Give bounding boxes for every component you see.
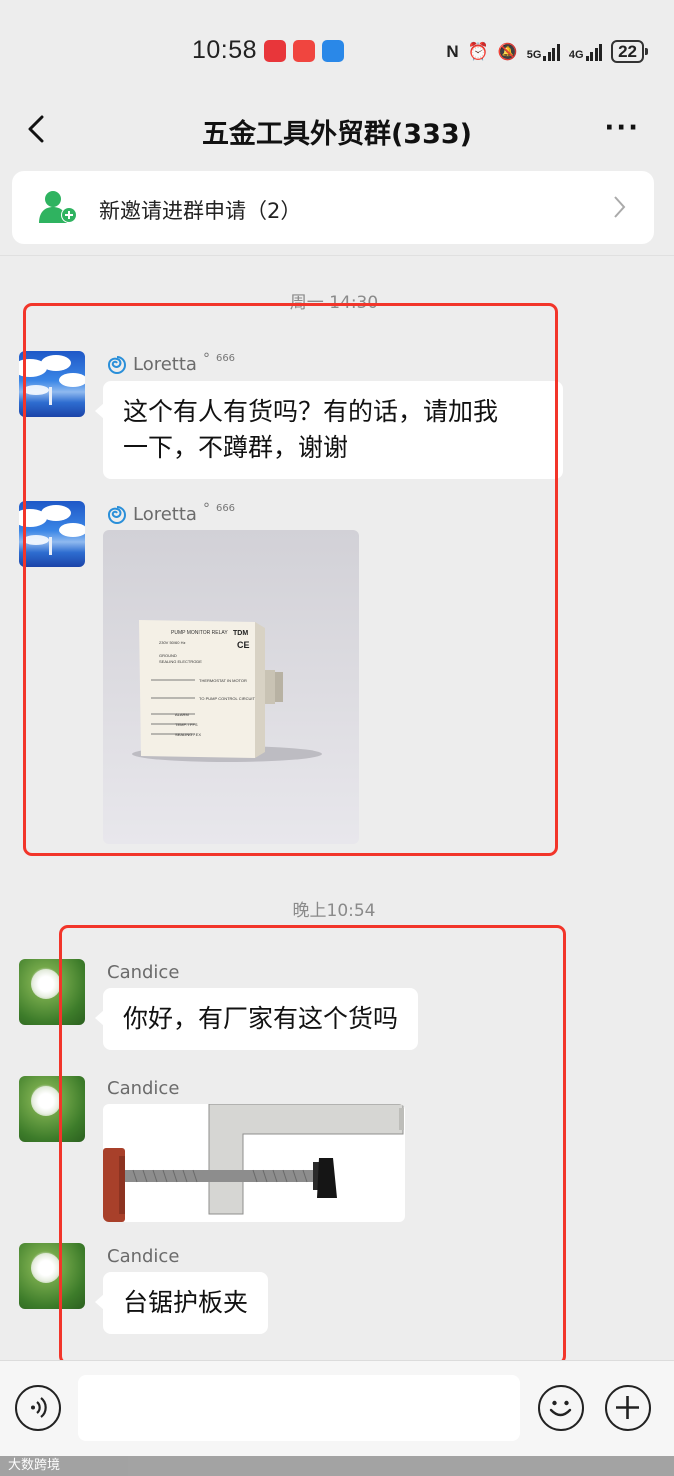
network-4g-label: 4G <box>568 48 584 61</box>
app-notification-icon <box>264 40 286 62</box>
add-member-icon <box>39 191 77 223</box>
watermark-text: 大数跨境 <box>8 1458 61 1473</box>
timestamp: 晚上10:54 <box>292 901 376 921</box>
nfc-icon: N <box>446 41 459 61</box>
signal-4g-icon <box>585 43 603 61</box>
battery-indicator: 22 <box>611 40 648 63</box>
smiley-icon <box>549 1400 572 1417</box>
highlight-box <box>23 303 558 856</box>
chat-header: 五金工具外贸群(333) ··· <box>0 100 674 160</box>
signal-5g-icon <box>543 43 560 61</box>
alarm-icon: ⏰ <box>467 41 489 61</box>
chevron-right-icon <box>614 196 626 218</box>
watermark: 大数跨境 <box>0 1456 674 1476</box>
status-indicators: N ⏰ 🔕 5G 4G 22 <box>446 40 648 63</box>
status-bar: 10:58 N ⏰ 🔕 5G 4G 22 <box>0 0 674 100</box>
mute-bell-icon: 🔕 <box>497 43 518 61</box>
message-notification-icon <box>293 40 315 62</box>
group-title: 五金工具外贸群(333) <box>201 119 473 150</box>
highlight-box <box>59 925 566 1365</box>
network-5g-label: 5G <box>526 48 542 61</box>
more-options-button[interactable]: ··· <box>604 115 640 141</box>
plus-icon <box>616 1396 639 1419</box>
invite-banner-label: 新邀请进群申请（2） <box>99 199 302 223</box>
voice-input-button[interactable] <box>15 1385 61 1431</box>
status-time: 10:58 <box>192 36 258 64</box>
emoji-button[interactable] <box>538 1385 584 1431</box>
weather-notification-icon <box>322 40 344 62</box>
voice-icon <box>31 1397 47 1418</box>
group-invite-banner[interactable]: 新邀请进群申请（2） <box>12 171 654 244</box>
divider <box>0 255 674 256</box>
message-input-bar <box>0 1360 674 1456</box>
message-text-input[interactable] <box>78 1375 520 1441</box>
add-attachment-button[interactable] <box>605 1385 651 1431</box>
